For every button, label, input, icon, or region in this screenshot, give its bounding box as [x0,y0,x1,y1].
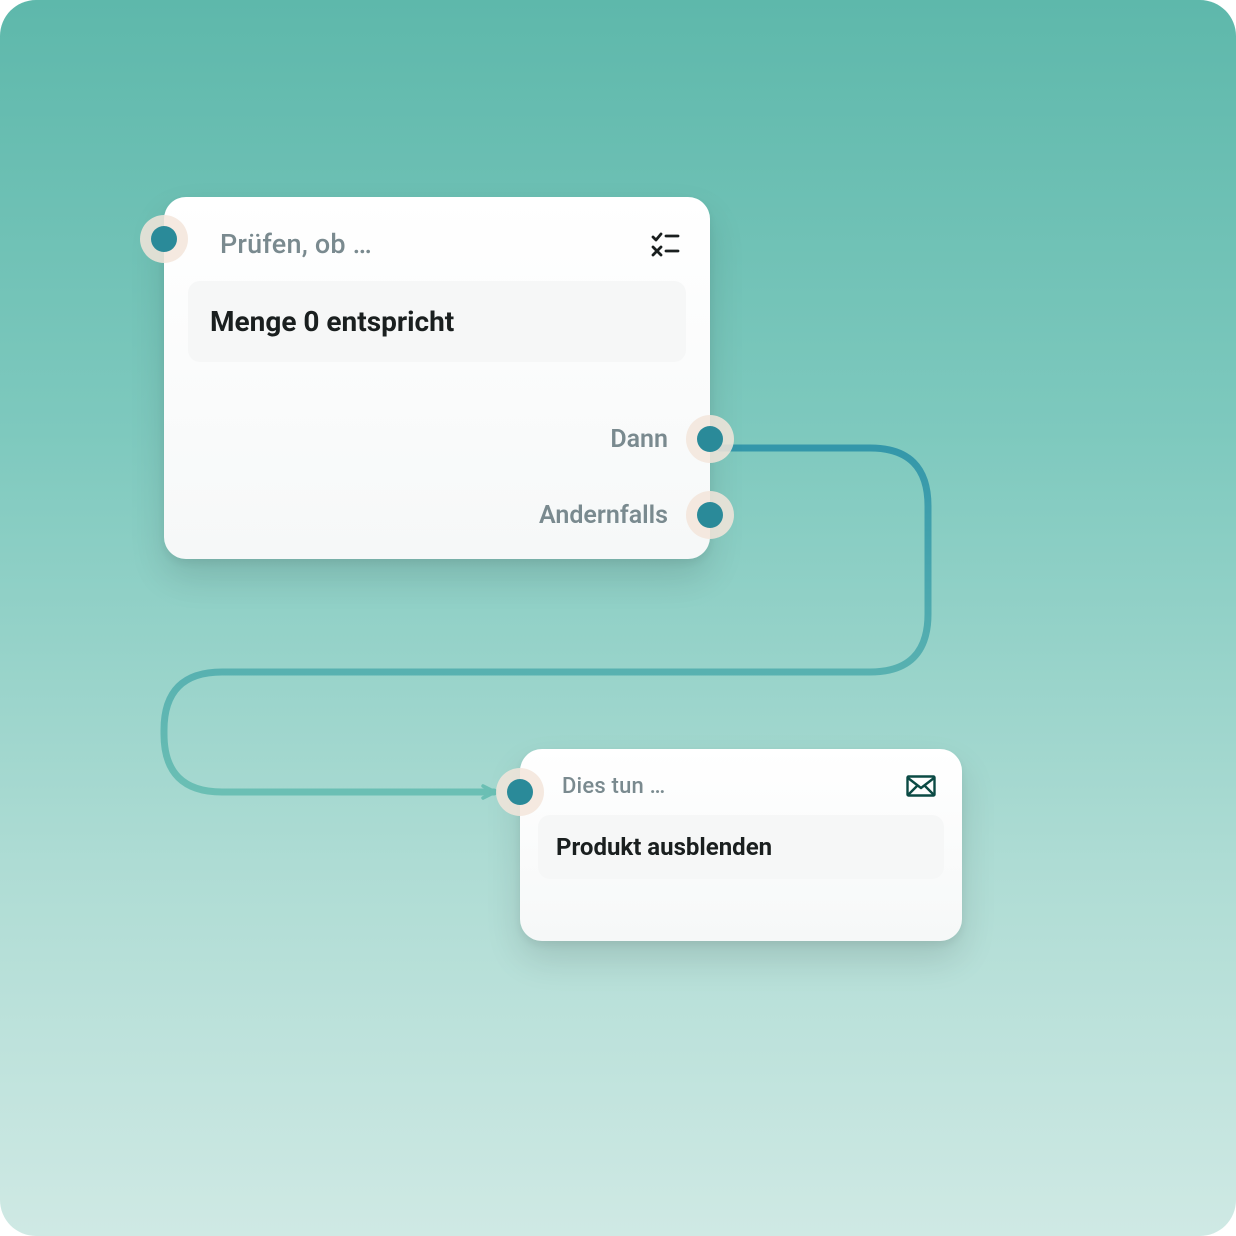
connector-then-to-action [0,0,1236,1236]
envelope-icon [906,775,936,797]
check-output-else: Andernfalls [539,491,710,539]
output-then-dot [697,426,723,452]
output-then-port[interactable] [686,415,734,463]
action-node-body[interactable]: Produkt ausblenden [538,815,944,879]
action-node-input-port[interactable] [507,779,533,805]
check-node-title: Prüfen, ob … [220,228,372,260]
action-node-text: Produkt ausblenden [556,833,926,861]
output-else-dot [697,502,723,528]
output-else-label: Andernfalls [539,501,668,530]
check-node-condition-text: Menge 0 entspricht [210,305,664,338]
action-node[interactable]: Dies tun … Produkt ausblenden [520,749,962,941]
check-node-header: Prüfen, ob … [164,197,710,269]
workflow-canvas: Prüfen, ob … Menge 0 entspricht Dann [0,0,1236,1236]
output-else-port[interactable] [686,491,734,539]
check-node-condition[interactable]: Menge 0 entspricht [188,281,686,362]
output-then-label: Dann [610,425,668,454]
action-node-title: Dies tun … [562,774,665,799]
check-node-input-port[interactable] [151,226,177,252]
check-node-outputs: Dann Andernfalls [539,415,710,539]
check-output-then: Dann [539,415,710,463]
checklist-icon [650,229,680,259]
check-node[interactable]: Prüfen, ob … Menge 0 entspricht Dann [164,197,710,559]
action-node-header: Dies tun … [520,749,962,805]
